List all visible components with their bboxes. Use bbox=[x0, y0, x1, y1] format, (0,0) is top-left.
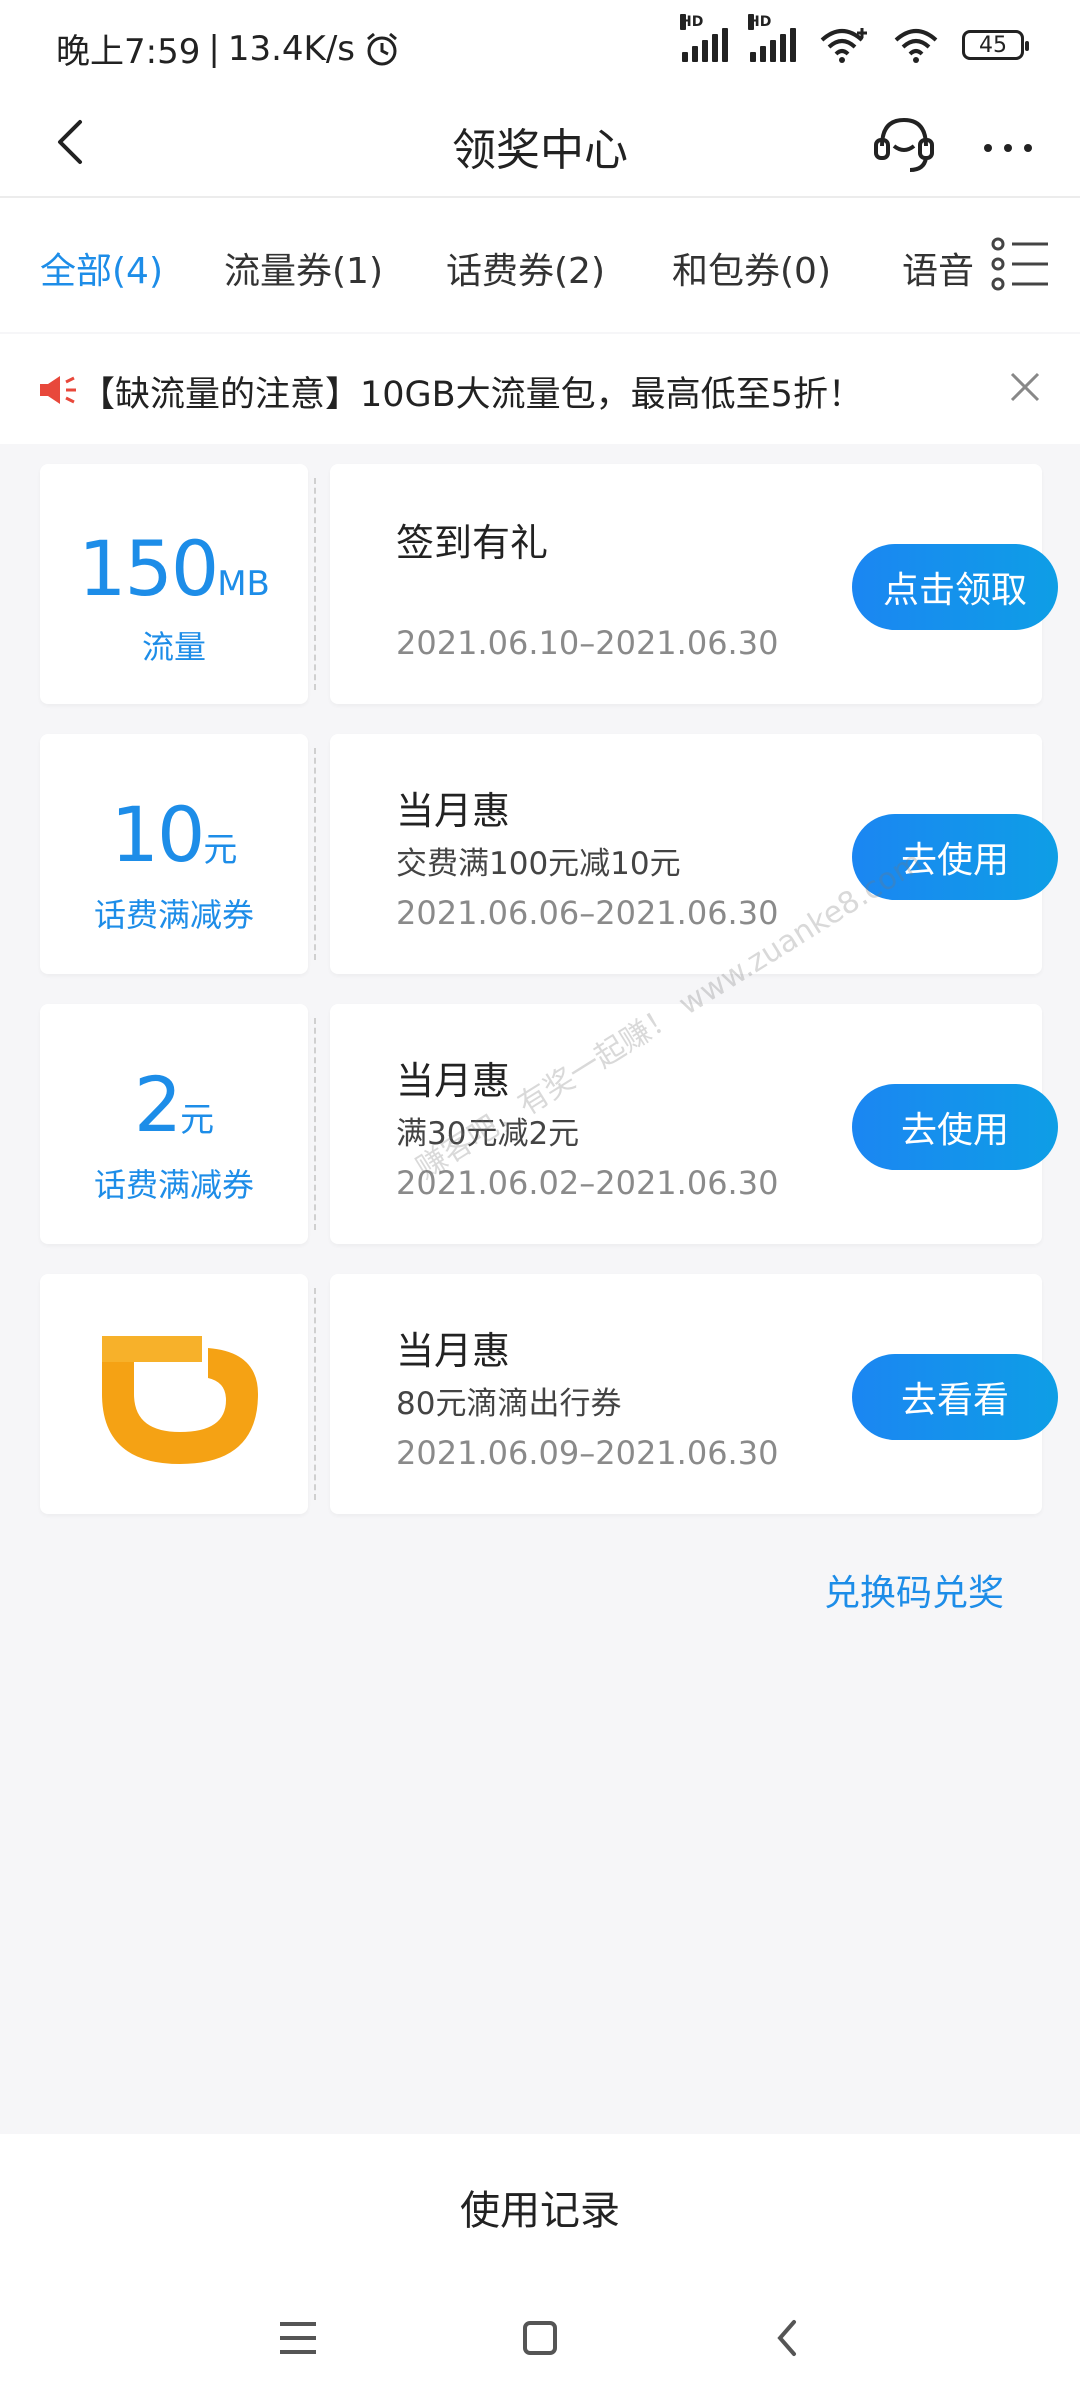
coupon-amount-unit: MB bbox=[217, 564, 270, 604]
signal-hd-icon: HD bbox=[680, 14, 728, 62]
filter-list-icon[interactable] bbox=[990, 236, 1050, 292]
coupon-right: 当月惠 80元滴滴出行券 2021.06.09–2021.06.30 去看看 bbox=[330, 1274, 1058, 1514]
status-separator: | bbox=[208, 28, 220, 69]
notice-bar[interactable]: 【缺流量的注意】10GB大流量包，最高低至5折！ bbox=[0, 334, 1080, 444]
usage-record-button[interactable]: 使用记录 bbox=[0, 2178, 1080, 2236]
status-left: 晚上7:59 | 13.4K/s bbox=[56, 24, 401, 73]
tab-bar: 全部(4) 流量券(1) 话费券(2) 和包券(0) 语音 bbox=[0, 198, 1080, 332]
coupon-amount-value: 150 bbox=[78, 524, 219, 613]
coupon-divider bbox=[314, 478, 316, 690]
coupon-type: 话费满减券 bbox=[93, 1166, 254, 1204]
coupon-left: 2元 话费满减券 bbox=[40, 1004, 308, 1244]
status-time: 晚上7:59 bbox=[56, 32, 201, 72]
battery-icon: 45 bbox=[962, 30, 1029, 60]
coupon-amount: 2元 bbox=[40, 1060, 308, 1149]
coupon-left bbox=[40, 1274, 308, 1514]
coupon-amount: 150MB bbox=[40, 524, 308, 613]
coupon-title: 签到有礼 bbox=[396, 521, 549, 565]
close-icon[interactable] bbox=[1004, 366, 1046, 408]
speaker-icon bbox=[40, 376, 76, 404]
more-icon[interactable] bbox=[976, 118, 1040, 178]
exchange-code-link[interactable]: 兑换码兑奖 bbox=[824, 1564, 1004, 1616]
battery-level: 45 bbox=[979, 32, 1007, 58]
coupon-amount-value: 10 bbox=[110, 790, 206, 879]
didi-logo-icon bbox=[102, 1336, 258, 1464]
system-nav-bar bbox=[0, 2272, 1080, 2400]
header: 领奖中心 bbox=[0, 96, 1080, 198]
view-button[interactable]: 去看看 bbox=[852, 1354, 1058, 1440]
home-square-icon[interactable] bbox=[510, 2308, 570, 2368]
coupon-right: 当月惠 满30元减2元 2021.06.02–2021.06.30 去使用 bbox=[330, 1004, 1058, 1244]
use-button[interactable]: 去使用 bbox=[852, 1084, 1058, 1170]
coupon-amount-value: 2 bbox=[133, 1060, 182, 1149]
signal-hd-icon-2: HD bbox=[748, 14, 796, 62]
coupon-amount: 10元 bbox=[40, 790, 308, 879]
status-network-speed: 13.4K/s bbox=[227, 28, 355, 69]
coupon-right: 当月惠 交费满100元减10元 2021.06.06–2021.06.30 去使… bbox=[330, 734, 1058, 974]
claim-button[interactable]: 点击领取 bbox=[852, 544, 1058, 630]
wifi-plus-icon bbox=[820, 28, 867, 63]
coupon-desc: 80元滴滴出行券 bbox=[396, 1386, 622, 1422]
coupon-left: 150MB 流量 bbox=[40, 464, 308, 704]
customer-service-icon[interactable] bbox=[866, 106, 942, 182]
coupon-date: 2021.06.10–2021.06.30 bbox=[396, 624, 779, 662]
status-bar: 晚上7:59 | 13.4K/s HD HD 45 bbox=[0, 0, 1080, 96]
coupon-title: 当月惠 bbox=[396, 789, 511, 833]
tab-data-coupon[interactable]: 流量券(1) bbox=[224, 242, 383, 294]
tab-hebao-coupon[interactable]: 和包券(0) bbox=[672, 242, 831, 294]
tab-voice[interactable]: 语音 bbox=[902, 242, 974, 294]
coupon-card: 当月惠 80元滴滴出行券 2021.06.09–2021.06.30 去看看 bbox=[40, 1274, 1058, 1514]
coupon-card: 2元 话费满减券 当月惠 满30元减2元 2021.06.02–2021.06.… bbox=[40, 1004, 1058, 1244]
wifi-icon bbox=[894, 29, 938, 63]
coupon-desc: 交费满100元减10元 bbox=[396, 846, 681, 882]
notice-text: 【缺流量的注意】10GB大流量包，最高低至5折！ bbox=[80, 375, 863, 415]
alarm-icon bbox=[367, 32, 397, 65]
coupon-left: 10元 话费满减券 bbox=[40, 734, 308, 974]
coupon-type: 话费满减券 bbox=[93, 896, 254, 934]
tab-phone-coupon[interactable]: 话费券(2) bbox=[446, 242, 605, 294]
coupon-right: 签到有礼 2021.06.10–2021.06.30 点击领取 bbox=[330, 464, 1058, 704]
status-right: HD HD 45 bbox=[680, 14, 1029, 64]
tab-all[interactable]: 全部(4) bbox=[40, 242, 163, 294]
bottom-bar: 使用记录 bbox=[0, 2134, 1080, 2272]
nav-back-icon[interactable] bbox=[758, 2308, 818, 2368]
coupon-date: 2021.06.09–2021.06.30 bbox=[396, 1434, 779, 1472]
coupon-amount-unit: 元 bbox=[180, 1100, 215, 1140]
coupon-divider bbox=[314, 748, 316, 960]
coupon-type: 流量 bbox=[141, 628, 206, 666]
menu-icon[interactable] bbox=[268, 2308, 328, 2368]
coupon-date: 2021.06.06–2021.06.30 bbox=[396, 894, 779, 932]
coupon-divider bbox=[314, 1018, 316, 1230]
coupon-title: 当月惠 bbox=[396, 1329, 511, 1373]
coupon-divider bbox=[314, 1288, 316, 1500]
coupon-card: 150MB 流量 签到有礼 2021.06.10–2021.06.30 点击领取 bbox=[40, 464, 1058, 704]
coupon-amount-unit: 元 bbox=[203, 830, 238, 870]
